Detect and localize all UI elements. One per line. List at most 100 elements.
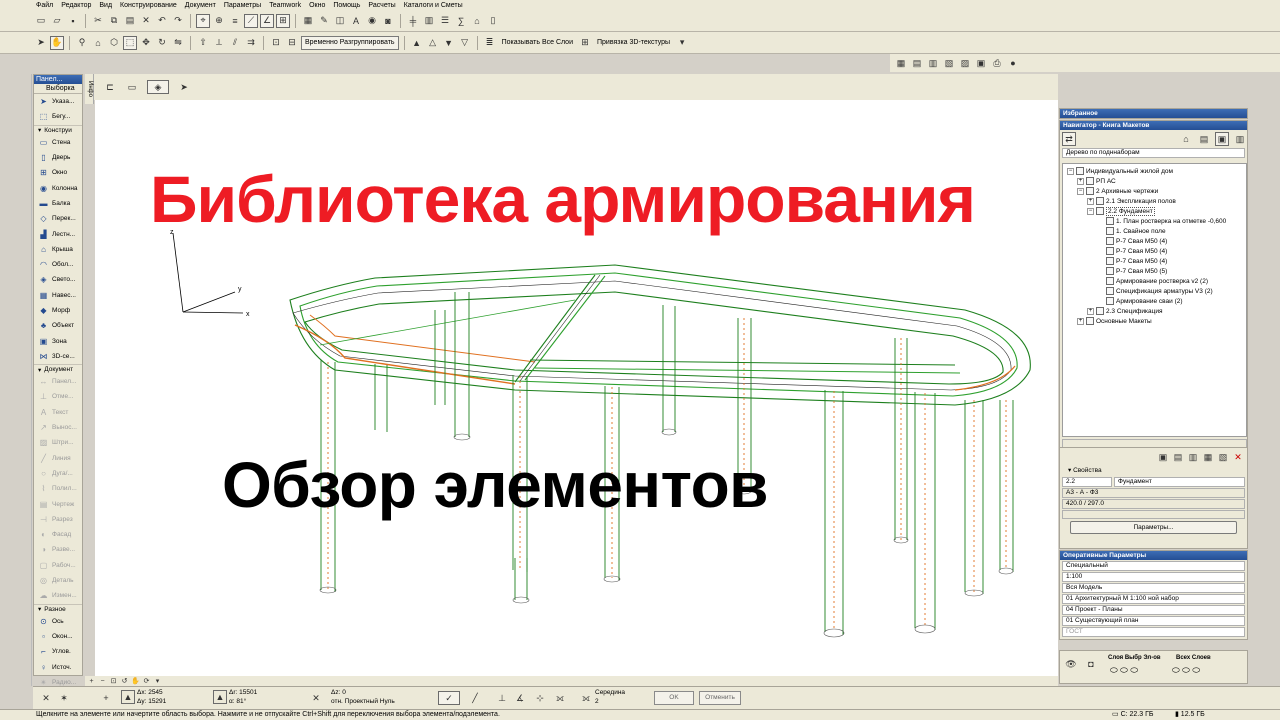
tool-dimension[interactable]: ↔ Панел...: [34, 374, 82, 389]
quick-option-row[interactable]: Специальный: [1062, 561, 1245, 571]
zoom-out-icon[interactable]: −: [98, 677, 107, 686]
expand-icon[interactable]: −: [1087, 207, 1094, 215]
tool-skylight[interactable]: ◈ Свето...: [34, 272, 82, 287]
split-icon[interactable]: ⫽: [228, 36, 242, 50]
tool-object[interactable]: ♣ Объект: [34, 318, 82, 333]
tool-zone[interactable]: ▣ Зона: [34, 333, 82, 348]
menu-edit[interactable]: Редактор: [61, 2, 91, 9]
tree-node[interactable]: Спецификация арматуры V3 (2): [1067, 286, 1246, 296]
tool-wall-end[interactable]: ▫ Окон...: [34, 629, 82, 644]
plan-icon[interactable]: ▦: [894, 56, 908, 70]
door-icon[interactable]: ▯: [486, 14, 500, 28]
layer-combo-icon[interactable]: ⊞: [578, 36, 592, 50]
tool-elevation[interactable]: ◐ Фасад: [34, 527, 82, 542]
expand-icon[interactable]: −: [1067, 167, 1074, 175]
worksheet-icon[interactable]: ▧: [942, 56, 956, 70]
tool-worksheet[interactable]: ▢ Рабоч...: [34, 558, 82, 573]
tool-shell[interactable]: ◠ Обол...: [34, 257, 82, 272]
tool-lamp[interactable]: ♀ Источ.: [34, 659, 82, 674]
rectangle-icon[interactable]: ▭: [125, 80, 139, 94]
navigator-title[interactable]: Навигатор - Книга Макетов: [1060, 121, 1247, 130]
pick-icon[interactable]: ✋: [50, 35, 64, 50]
trim-icon[interactable]: ⟂: [212, 36, 226, 50]
tree-node[interactable]: − 2 Архивные чертежи: [1067, 186, 1246, 196]
pan-icon[interactable]: ✋: [131, 677, 140, 686]
navigator-mode-icon[interactable]: ⇄: [1062, 132, 1076, 146]
save-icon[interactable]: ▪: [66, 14, 80, 28]
new-master-icon[interactable]: ▥: [1186, 450, 1200, 464]
dy-field[interactable]: Δy: 15291: [137, 698, 166, 705]
detail-icon[interactable]: ▨: [958, 56, 972, 70]
navigator-view-select[interactable]: Дерево по подннаборам: [1062, 148, 1245, 158]
tool-mesh[interactable]: ⋈ 3D-се...: [34, 349, 82, 364]
layout-name-field[interactable]: Фундамент: [1114, 477, 1245, 487]
menu-catalogs[interactable]: Каталоги и Сметы: [404, 2, 463, 9]
copy-icon[interactable]: ⧉: [107, 14, 121, 28]
orbit-icon[interactable]: ⟳: [142, 677, 151, 686]
delete-icon[interactable]: ✕: [1231, 450, 1245, 464]
zoom-icon[interactable]: ⊕: [212, 14, 226, 28]
tool-morph[interactable]: ◆ Морф: [34, 303, 82, 318]
menu-file[interactable]: Файл: [36, 2, 53, 9]
tool-fill[interactable]: ▨ Штри...: [34, 435, 82, 450]
tree-node[interactable]: + РП АС: [1067, 176, 1246, 186]
offset-icon[interactable]: ⇉: [244, 36, 258, 50]
undo-icon[interactable]: ↶: [155, 14, 169, 28]
globe-icon[interactable]: ●: [1006, 56, 1020, 70]
ok-button[interactable]: OK: [654, 691, 694, 705]
tree-node[interactable]: 1. План ростверка на отметке -0,600: [1067, 216, 1246, 226]
properties-header[interactable]: ▾ Свойства: [1060, 466, 1247, 476]
snap-mode-value[interactable]: 2: [595, 698, 599, 705]
constraint-icon[interactable]: ✓: [438, 691, 460, 705]
quick-options-title[interactable]: Оперативные Параметры: [1060, 551, 1247, 560]
tree-node[interactable]: Р-7 Свая М50 (5): [1067, 266, 1246, 276]
close-tracker-icon[interactable]: ✕: [39, 691, 53, 705]
texture-dropdown-icon[interactable]: ▾: [675, 36, 689, 50]
snap-icon[interactable]: ⌖: [196, 13, 210, 28]
tool-section[interactable]: ⊣ Разрез: [34, 512, 82, 527]
prev-zoom-icon[interactable]: ↺: [120, 677, 129, 686]
new-folder-icon[interactable]: ▤: [1171, 450, 1185, 464]
down-alt-icon[interactable]: ▽: [458, 36, 472, 50]
snap-point-icon[interactable]: ⊹: [533, 691, 547, 705]
view-map-icon[interactable]: ▤: [1197, 132, 1211, 146]
tree-node[interactable]: Р-7 Свая М50 (4): [1067, 236, 1246, 246]
calc-icon[interactable]: ∑: [454, 14, 468, 28]
layer-all-visibility-icon[interactable]: ⬭ ⬭ ⬭: [1172, 665, 1200, 676]
rotate-icon[interactable]: ↻: [155, 36, 169, 50]
open-icon[interactable]: ▱: [50, 14, 64, 28]
tree-node[interactable]: − 2.2 Фундамент: [1067, 206, 1246, 216]
layers-show-icon[interactable]: ≣: [483, 36, 497, 50]
camera-icon[interactable]: ◙: [381, 14, 395, 28]
bisector-icon[interactable]: ∡: [513, 691, 527, 705]
publish-set-icon[interactable]: ▧: [1216, 450, 1230, 464]
tree-node[interactable]: +2.3 Спецификация: [1067, 306, 1246, 316]
reference-field[interactable]: отн. Проектный Нуль: [331, 698, 395, 705]
menu-design[interactable]: Конструирование: [120, 2, 177, 9]
layers-icon[interactable]: ≡: [228, 14, 242, 28]
elevation-icon[interactable]: ▥: [926, 56, 940, 70]
magic-wand-icon[interactable]: ✶: [57, 691, 71, 705]
house-icon[interactable]: ⌂: [91, 36, 105, 50]
eye-icon[interactable]: ◉: [365, 14, 379, 28]
menu-calc[interactable]: Расчеты: [368, 2, 395, 9]
perpendicular-icon[interactable]: ⊥: [495, 691, 509, 705]
tool-slab[interactable]: ◇ Перек...: [34, 211, 82, 226]
cut-icon[interactable]: ✂: [91, 14, 105, 28]
z-axis-icon[interactable]: ✕: [309, 691, 323, 705]
tool-roof[interactable]: ⌂ Крыша: [34, 242, 82, 257]
publisher-icon[interactable]: ▥: [1233, 132, 1247, 146]
tool-change[interactable]: ☁ Измен...: [34, 588, 82, 603]
relative-icon[interactable]: +: [99, 691, 113, 705]
quick-option-row[interactable]: 1:100: [1062, 572, 1245, 582]
menu-help[interactable]: Помощь: [333, 2, 360, 9]
marquee-icon[interactable]: ⬚: [123, 35, 137, 50]
angle-icon[interactable]: ∠: [260, 13, 274, 28]
angle-field[interactable]: α: 81°: [229, 698, 246, 705]
grid-snap-icon[interactable]: ⊞: [276, 13, 290, 28]
elevate-icon[interactable]: ⇧: [196, 36, 210, 50]
group-icon[interactable]: ⊡: [269, 36, 283, 50]
tool-arrow[interactable]: ➤ Указа...: [34, 94, 82, 109]
tool-door[interactable]: ▯ Дверь: [34, 150, 82, 165]
quick-option-row[interactable]: 01 Архитектурный М 1:100 ной набор: [1062, 594, 1245, 604]
